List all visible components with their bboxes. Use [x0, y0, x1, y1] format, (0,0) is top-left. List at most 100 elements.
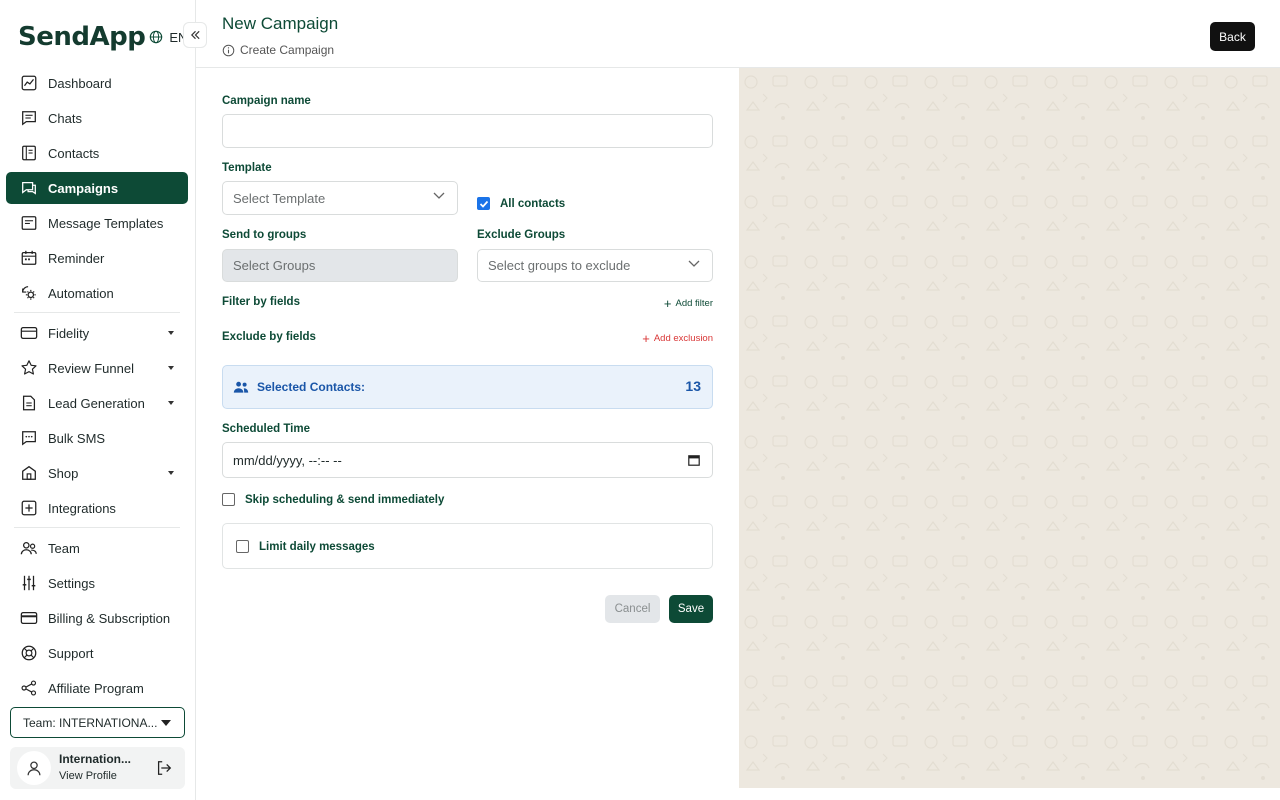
- double-chevron-left-icon: [190, 30, 200, 40]
- cancel-button[interactable]: Cancel: [605, 595, 660, 623]
- skip-scheduling-label: Skip scheduling & send immediately: [245, 493, 445, 506]
- sidebar-item-label: Lead Generation: [48, 395, 145, 411]
- sidebar-item-label: Affiliate Program: [48, 680, 144, 696]
- scheduled-time-label: Scheduled Time: [222, 423, 310, 435]
- chat-pattern-background: [739, 68, 1280, 788]
- sidebar-item-settings[interactable]: Settings: [6, 567, 188, 599]
- selected-contacts-box: Selected Contacts: 13: [222, 365, 713, 409]
- sidebar-item-affiliate[interactable]: Affiliate Program: [6, 672, 188, 704]
- sidebar-item-reminder[interactable]: Reminder: [6, 242, 188, 274]
- subtitle-text: Create Campaign: [240, 43, 335, 57]
- scheduled-time-input[interactable]: mm/dd/yyyy, --:-- --: [222, 442, 713, 478]
- page-subtitle: Create Campaign: [222, 43, 334, 57]
- share-icon: [21, 680, 37, 696]
- sidebar-item-dashboard[interactable]: Dashboard: [6, 67, 188, 99]
- nav-divider: [14, 527, 180, 528]
- sidebar-nav: Dashboard Chats Contacts Campaigns Messa…: [6, 67, 188, 707]
- sidebar-item-message-templates[interactable]: Message Templates: [6, 207, 188, 239]
- team-select-value: Team: INTERNATIONA...: [23, 715, 158, 730]
- add-exclusion-link[interactable]: + Add exclusion: [642, 331, 713, 346]
- sidebar-item-automation[interactable]: Automation: [6, 277, 188, 309]
- limit-daily-box: Limit daily messages: [222, 523, 713, 569]
- add-filter-label: Add filter: [675, 298, 714, 309]
- send-groups-label: Send to groups: [222, 229, 307, 241]
- template-label: Template: [222, 162, 272, 174]
- page-title: New Campaign: [222, 14, 339, 33]
- avatar: [17, 751, 51, 785]
- sendapp-logo[interactable]: SendApp: [18, 22, 146, 52]
- sidebar-item-label: Reminder: [48, 250, 105, 266]
- caret-down-icon: [168, 331, 174, 335]
- skip-scheduling-row[interactable]: Skip scheduling & send immediately: [222, 493, 444, 506]
- sidebar-item-label: Campaigns: [48, 180, 119, 196]
- globe-icon: [150, 30, 163, 44]
- chevron-down-icon: [433, 192, 445, 199]
- page-header: New Campaign Create Campaign Back: [196, 0, 1280, 68]
- exclude-groups-label: Exclude Groups: [477, 229, 566, 241]
- sidebar-item-support[interactable]: Support: [6, 637, 188, 669]
- save-button[interactable]: Save: [669, 595, 713, 623]
- exclude-groups-placeholder: Select groups to exclude: [488, 258, 631, 273]
- sidebar-item-label: Chats: [48, 110, 82, 126]
- profile-name: Internation...: [59, 752, 131, 766]
- support-icon: [21, 645, 37, 661]
- sidebar-item-label: Automation: [48, 285, 114, 301]
- profile-card[interactable]: Internation... View Profile: [10, 747, 185, 789]
- caret-down-icon: [168, 366, 174, 370]
- template-placeholder: Select Template: [233, 190, 326, 206]
- calendar-icon: [21, 250, 37, 265]
- view-profile-link[interactable]: View Profile: [59, 768, 131, 785]
- skip-scheduling-checkbox[interactable]: [222, 493, 235, 506]
- profile-text: Internation... View Profile: [59, 751, 131, 785]
- team-select[interactable]: Team: INTERNATIONA...: [10, 707, 185, 738]
- selected-contacts-count: 13: [685, 378, 701, 394]
- settings-sliders-icon: [22, 575, 36, 591]
- info-icon: [222, 44, 235, 56]
- sidebar-item-bulk-sms[interactable]: Bulk SMS: [6, 422, 188, 454]
- selected-contacts-label: Selected Contacts:: [257, 380, 366, 394]
- plus-icon: +: [663, 296, 672, 311]
- sidebar-item-label: Support: [48, 645, 94, 661]
- checkmark-icon: [479, 200, 488, 208]
- all-contacts-checkbox[interactable]: [477, 197, 490, 210]
- calendar-icon[interactable]: [688, 454, 700, 466]
- sidebar-item-shop[interactable]: Shop: [6, 457, 188, 489]
- users-icon: [233, 381, 249, 393]
- exclude-groups-select[interactable]: Select groups to exclude: [477, 249, 713, 282]
- plus-icon: +: [642, 331, 650, 346]
- sidebar-item-team[interactable]: Team: [6, 532, 188, 564]
- caret-down-icon: [168, 471, 174, 475]
- collapse-sidebar-button[interactable]: [183, 22, 207, 48]
- send-groups-placeholder: Select Groups: [233, 258, 316, 273]
- all-contacts-label: All contacts: [500, 197, 566, 210]
- sidebar-item-campaigns[interactable]: Campaigns: [6, 172, 188, 204]
- chevron-down-icon: [688, 260, 700, 267]
- campaign-icon: [22, 181, 36, 195]
- campaign-name-input[interactable]: [222, 114, 713, 148]
- exclude-fields-label: Exclude by fields: [222, 331, 316, 343]
- sidebar-item-lead-generation[interactable]: Lead Generation: [6, 387, 188, 419]
- sidebar-item-review-funnel[interactable]: Review Funnel: [6, 352, 188, 384]
- add-filter-link[interactable]: + Add filter: [664, 296, 713, 311]
- team-icon: [20, 541, 37, 555]
- send-groups-select[interactable]: Select Groups: [222, 249, 458, 282]
- sidebar-item-fidelity[interactable]: Fidelity: [6, 317, 188, 349]
- logout-icon[interactable]: [155, 759, 173, 777]
- billing-card-icon: [20, 611, 38, 625]
- template-select[interactable]: Select Template: [222, 181, 458, 215]
- back-button[interactable]: Back: [1210, 22, 1255, 51]
- sidebar-item-label: Settings: [48, 575, 95, 591]
- card-icon: [20, 326, 38, 340]
- preview-background-panel: [739, 68, 1280, 788]
- nav-divider: [14, 312, 180, 313]
- sidebar-item-contacts[interactable]: Contacts: [6, 137, 188, 169]
- limit-daily-checkbox[interactable]: [236, 540, 249, 553]
- template-icon: [21, 216, 37, 230]
- all-contacts-checkbox-row[interactable]: All contacts: [477, 197, 565, 210]
- sidebar-item-chats[interactable]: Chats: [6, 102, 188, 134]
- document-icon: [22, 395, 36, 411]
- sidebar-item-integrations[interactable]: Integrations: [6, 492, 188, 524]
- sidebar-item-label: Team: [48, 540, 80, 556]
- limit-daily-row[interactable]: Limit daily messages: [236, 540, 375, 553]
- sidebar-item-billing[interactable]: Billing & Subscription: [6, 602, 188, 634]
